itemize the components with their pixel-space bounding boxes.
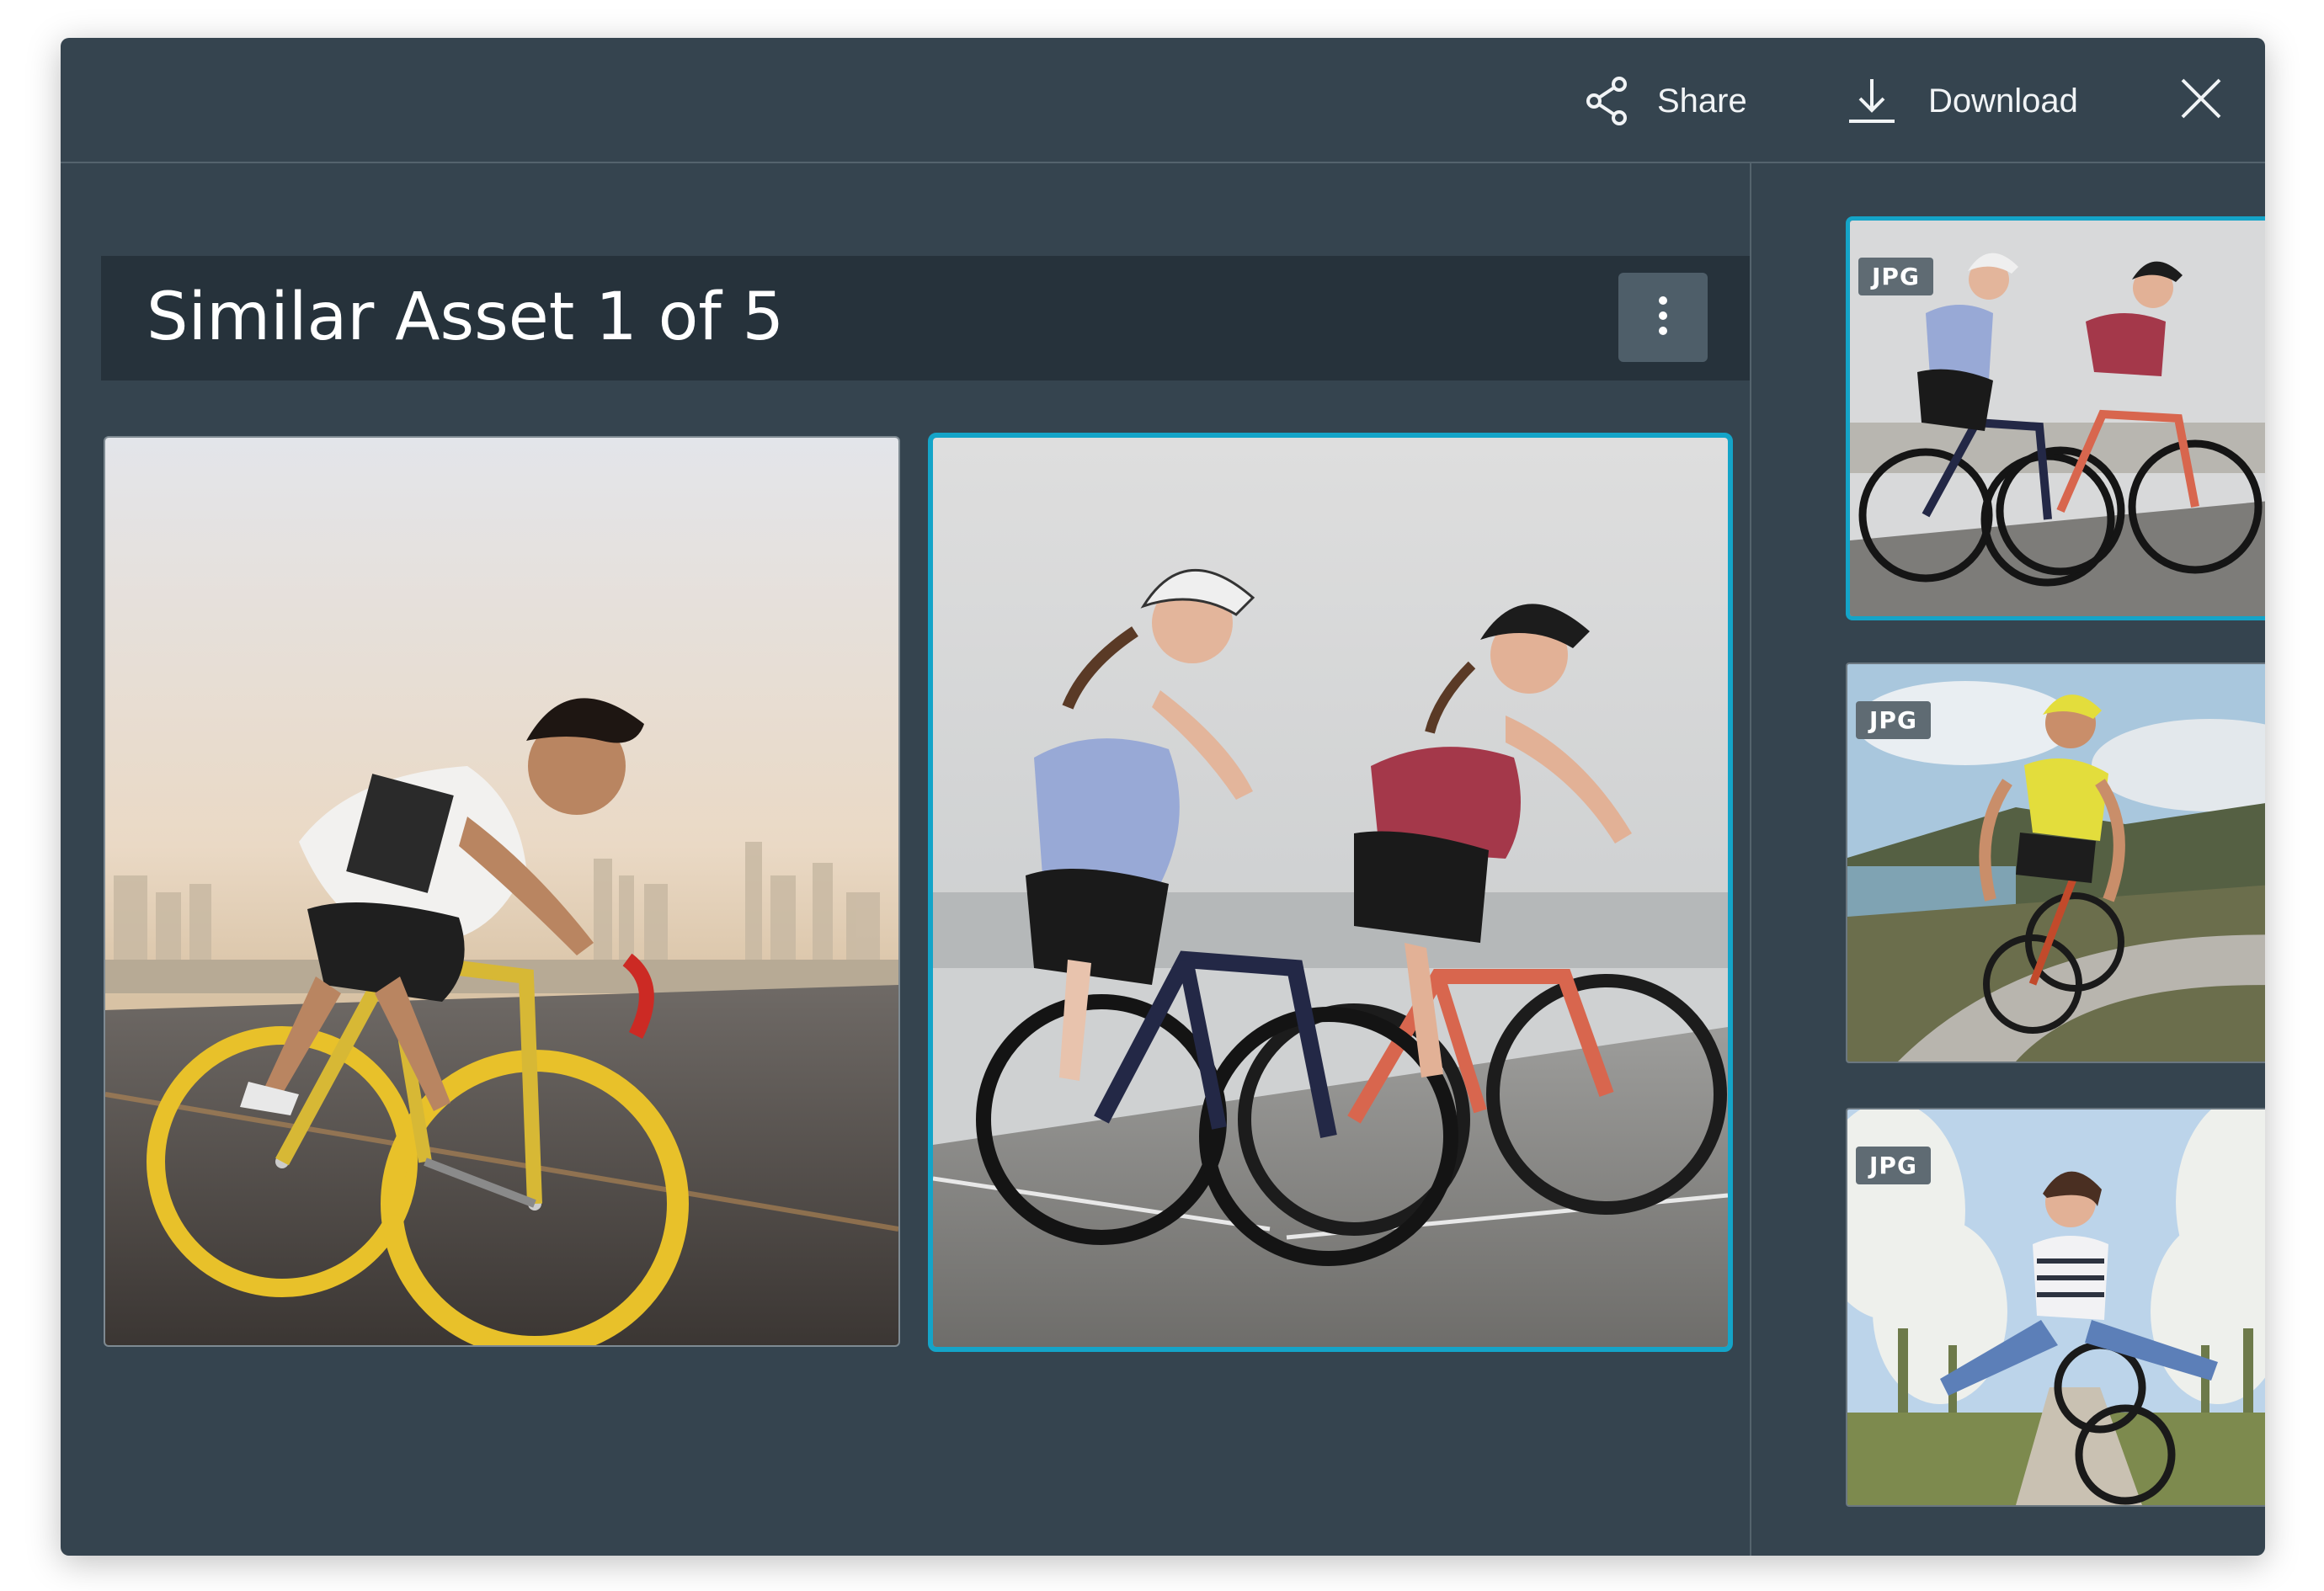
modal-toolbar: Share Download — [61, 38, 2265, 163]
file-type-badge: JPG — [1856, 701, 1931, 739]
asset-viewer-modal: Share Download Similar Asset 1 of 5 JPG … — [61, 38, 2265, 1556]
sidebar-divider — [1750, 163, 1751, 1556]
gallery-image-1[interactable] — [104, 436, 900, 1347]
download-icon — [1847, 76, 1896, 126]
thumbnail-3[interactable]: JPG — [1846, 1108, 2265, 1507]
download-label: Download — [1928, 82, 2078, 120]
file-type-badge: JPG — [1858, 258, 1933, 295]
close-button[interactable] — [2176, 73, 2226, 124]
share-button[interactable]: Share — [1585, 72, 1747, 130]
page-title: Similar Asset 1 of 5 — [147, 279, 785, 355]
asset-title-bar: Similar Asset 1 of 5 — [101, 256, 1750, 380]
file-type-badge: JPG — [1856, 1147, 1931, 1184]
download-button[interactable]: Download — [1847, 72, 2078, 130]
thumbnail-2[interactable]: JPG — [1846, 662, 2265, 1063]
two-women-road-bikes-image — [933, 438, 1728, 1347]
more-vertical-icon — [1658, 295, 1668, 340]
share-label: Share — [1657, 82, 1747, 120]
main-panel: Similar Asset 1 of 5 — [61, 163, 1750, 1556]
close-icon — [2176, 78, 2226, 127]
more-options-button[interactable] — [1618, 273, 1708, 362]
cyclist-yellow-fixie-image — [105, 438, 898, 1345]
share-icon — [1585, 76, 1628, 126]
gallery-image-2[interactable] — [928, 433, 1733, 1352]
thumbnail-1[interactable]: JPG — [1846, 216, 2265, 620]
